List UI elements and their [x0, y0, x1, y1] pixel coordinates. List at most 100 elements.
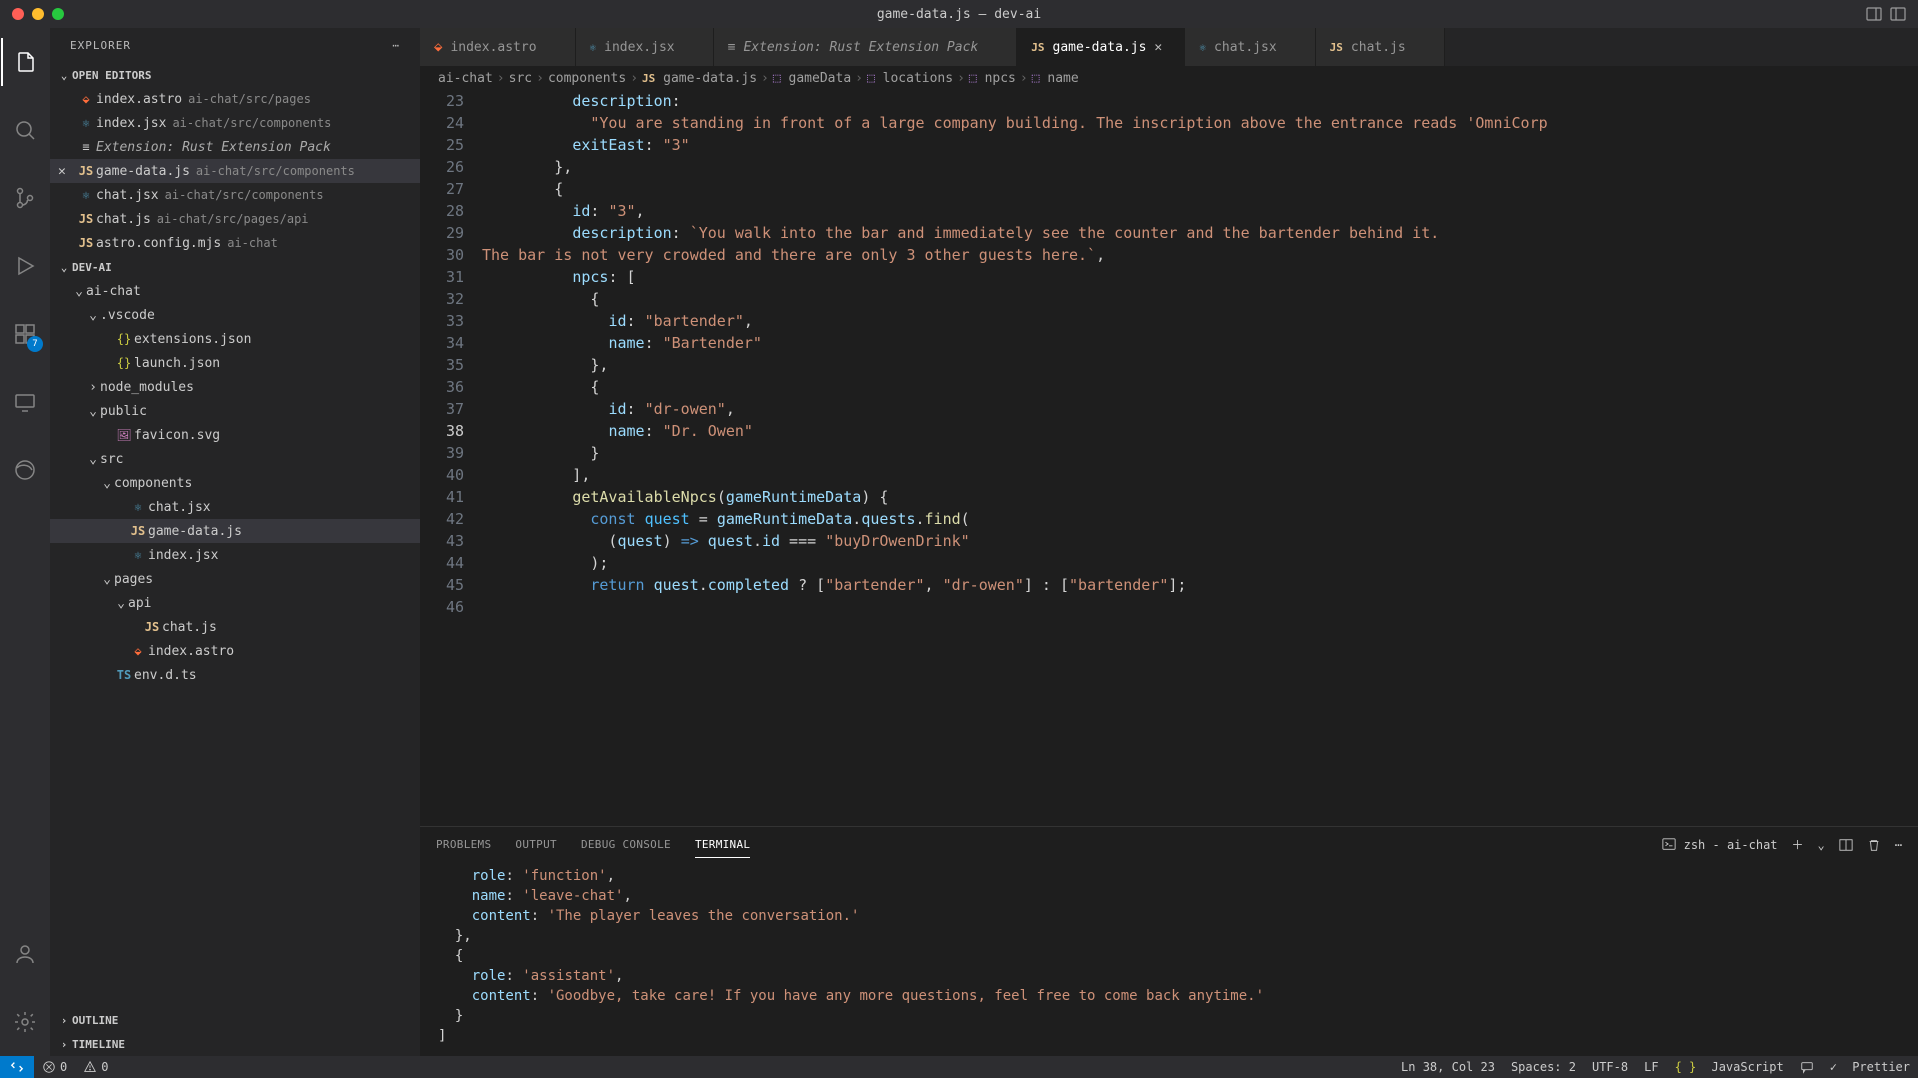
panel-tab[interactable]: TERMINAL — [695, 838, 750, 858]
activity-extensions[interactable]: 7 — [1, 310, 49, 358]
file-icon: 🖼 — [114, 428, 134, 442]
titlebar: game-data.js — dev-ai — [0, 0, 1918, 28]
file-icon: JS — [1330, 41, 1343, 54]
file-icon: JS — [128, 524, 148, 538]
open-editor-item[interactable]: ≡Extension: Rust Extension Pack — [50, 135, 420, 159]
folder-item[interactable]: ⌄public — [50, 399, 420, 423]
folder-item[interactable]: ⌄src — [50, 447, 420, 471]
status-warnings[interactable]: 0 — [75, 1060, 116, 1074]
panel-tab[interactable]: DEBUG CONSOLE — [581, 838, 671, 851]
activity-settings[interactable] — [1, 998, 49, 1046]
line-gutter: 2324252627282930313233343536373839404142… — [420, 90, 482, 826]
file-icon: ≡ — [728, 40, 736, 55]
breadcrumb-item[interactable]: ⬚ npcs — [969, 71, 1016, 86]
status-language[interactable]: { } JavaScript — [1667, 1060, 1792, 1074]
terminal-dropdown-icon[interactable]: ⌄ — [1818, 838, 1825, 852]
folder-item[interactable]: ⌄api — [50, 591, 420, 615]
open-editor-item[interactable]: ⚛index.jsxai-chat/src/components — [50, 111, 420, 135]
activity-accounts[interactable] — [1, 930, 49, 978]
timeline-header[interactable]: › TIMELINE — [50, 1032, 420, 1056]
open-editors-header[interactable]: ⌄ OPEN EDITORS — [50, 63, 420, 87]
activity-search[interactable] — [1, 106, 49, 154]
file-item[interactable]: 🖼favicon.svg — [50, 423, 420, 447]
project-header[interactable]: ⌄ DEV-AI — [50, 255, 420, 279]
editor-tab[interactable]: ⬙index.astro✕ — [420, 28, 576, 66]
maximize-window-button[interactable] — [52, 8, 64, 20]
file-item[interactable]: ⚛chat.jsx — [50, 495, 420, 519]
close-window-button[interactable] — [12, 8, 24, 20]
folder-item[interactable]: ⌄components — [50, 471, 420, 495]
activity-bar: 7 — [0, 28, 50, 1056]
file-item[interactable]: ⬙index.astro — [50, 639, 420, 663]
folder-item[interactable]: ›node_modules — [50, 375, 420, 399]
activity-edge[interactable] — [1, 446, 49, 494]
terminal-shell-label[interactable]: zsh - ai-chat — [1662, 837, 1777, 852]
kill-terminal-icon[interactable] — [1867, 838, 1881, 852]
editor-tab[interactable]: JSchat.js✕ — [1316, 28, 1445, 66]
file-icon: ⚛ — [590, 41, 597, 54]
outline-header[interactable]: › OUTLINE — [50, 1008, 420, 1032]
editor-tab[interactable]: ≡Extension: Rust Extension Pack✕ — [714, 28, 1018, 66]
editor-tab[interactable]: ⚛chat.jsx✕ — [1185, 28, 1315, 66]
file-icon: ⚛ — [128, 548, 148, 562]
activity-source-control[interactable] — [1, 174, 49, 222]
new-terminal-icon[interactable]: ＋ — [1792, 836, 1804, 853]
folder-item[interactable]: ⌄pages — [50, 567, 420, 591]
open-editor-item[interactable]: ⬙index.astroai-chat/src/pages — [50, 87, 420, 111]
sidebar-title: EXPLORER ⋯ — [50, 28, 420, 63]
layout-sidebar-icon[interactable] — [1890, 6, 1906, 22]
status-feedback-icon[interactable] — [1792, 1060, 1822, 1074]
open-editor-item[interactable]: ⚛chat.jsxai-chat/src/components — [50, 183, 420, 207]
breadcrumb-item[interactable]: ⬚ locations — [867, 71, 953, 86]
chevron-down-icon: ⌄ — [86, 308, 100, 323]
editor-tab[interactable]: JSgame-data.js✕ — [1017, 28, 1185, 66]
status-spaces[interactable]: Spaces: 2 — [1503, 1060, 1584, 1074]
file-icon: TS — [114, 668, 134, 682]
breadcrumb-item[interactable]: JS game-data.js — [642, 71, 757, 86]
file-item[interactable]: JSchat.js — [50, 615, 420, 639]
traffic-lights — [12, 8, 64, 20]
status-encoding[interactable]: UTF-8 — [1584, 1060, 1636, 1074]
breadcrumb-item[interactable]: src — [509, 71, 532, 86]
breadcrumb-item[interactable]: components — [548, 71, 626, 86]
sidebar-more-icon[interactable]: ⋯ — [392, 39, 400, 52]
folder-item[interactable]: ⌄ai-chat — [50, 279, 420, 303]
file-icon: JS — [76, 212, 96, 226]
minimize-window-button[interactable] — [32, 8, 44, 20]
editor-tab[interactable]: ⚛index.jsx✕ — [576, 28, 714, 66]
file-item[interactable]: {}extensions.json — [50, 327, 420, 351]
panel-tab[interactable]: OUTPUT — [515, 838, 557, 851]
chevron-down-icon: ⌄ — [114, 596, 128, 611]
open-editor-item[interactable]: JSchat.jsai-chat/src/pages/api — [50, 207, 420, 231]
chevron-right-icon: › — [56, 1038, 72, 1051]
split-terminal-icon[interactable] — [1839, 838, 1853, 852]
status-prettier[interactable]: ✓ Prettier — [1822, 1060, 1918, 1074]
breadcrumbs[interactable]: ai-chat›src›components›JS game-data.js›⬚… — [420, 66, 1918, 90]
file-item[interactable]: ⚛index.jsx — [50, 543, 420, 567]
file-item[interactable]: TSenv.d.ts — [50, 663, 420, 687]
file-item[interactable]: {}launch.json — [50, 351, 420, 375]
layout-panel-icon[interactable] — [1866, 6, 1882, 22]
code-content[interactable]: description: "You are standing in front … — [482, 90, 1918, 826]
panel-more-icon[interactable]: ⋯ — [1895, 838, 1902, 852]
code-editor[interactable]: 2324252627282930313233343536373839404142… — [420, 90, 1918, 826]
status-cursor[interactable]: Ln 38, Col 23 — [1393, 1060, 1503, 1074]
activity-explorer[interactable] — [1, 38, 49, 86]
activity-remote[interactable] — [1, 378, 49, 426]
close-icon[interactable]: ✕ — [58, 164, 76, 179]
file-item[interactable]: JSgame-data.js — [50, 519, 420, 543]
folder-item[interactable]: ⌄.vscode — [50, 303, 420, 327]
remote-indicator[interactable] — [0, 1056, 34, 1078]
breadcrumb-item[interactable]: ai-chat — [438, 71, 493, 86]
panel-tab[interactable]: PROBLEMS — [436, 838, 491, 851]
terminal-output[interactable]: role: 'function', name: 'leave-chat', co… — [420, 862, 1918, 1056]
open-editor-item[interactable]: JSastro.config.mjsai-chat — [50, 231, 420, 255]
open-editor-item[interactable]: ✕JSgame-data.jsai-chat/src/components — [50, 159, 420, 183]
status-errors[interactable]: 0 — [34, 1060, 75, 1074]
activity-run-debug[interactable] — [1, 242, 49, 290]
breadcrumb-item[interactable]: ⬚ gameData — [773, 71, 851, 86]
status-eol[interactable]: LF — [1636, 1060, 1666, 1074]
file-icon: ⚛ — [76, 116, 96, 130]
breadcrumb-item[interactable]: ⬚ name — [1032, 71, 1079, 86]
close-icon[interactable]: ✕ — [1154, 40, 1170, 55]
